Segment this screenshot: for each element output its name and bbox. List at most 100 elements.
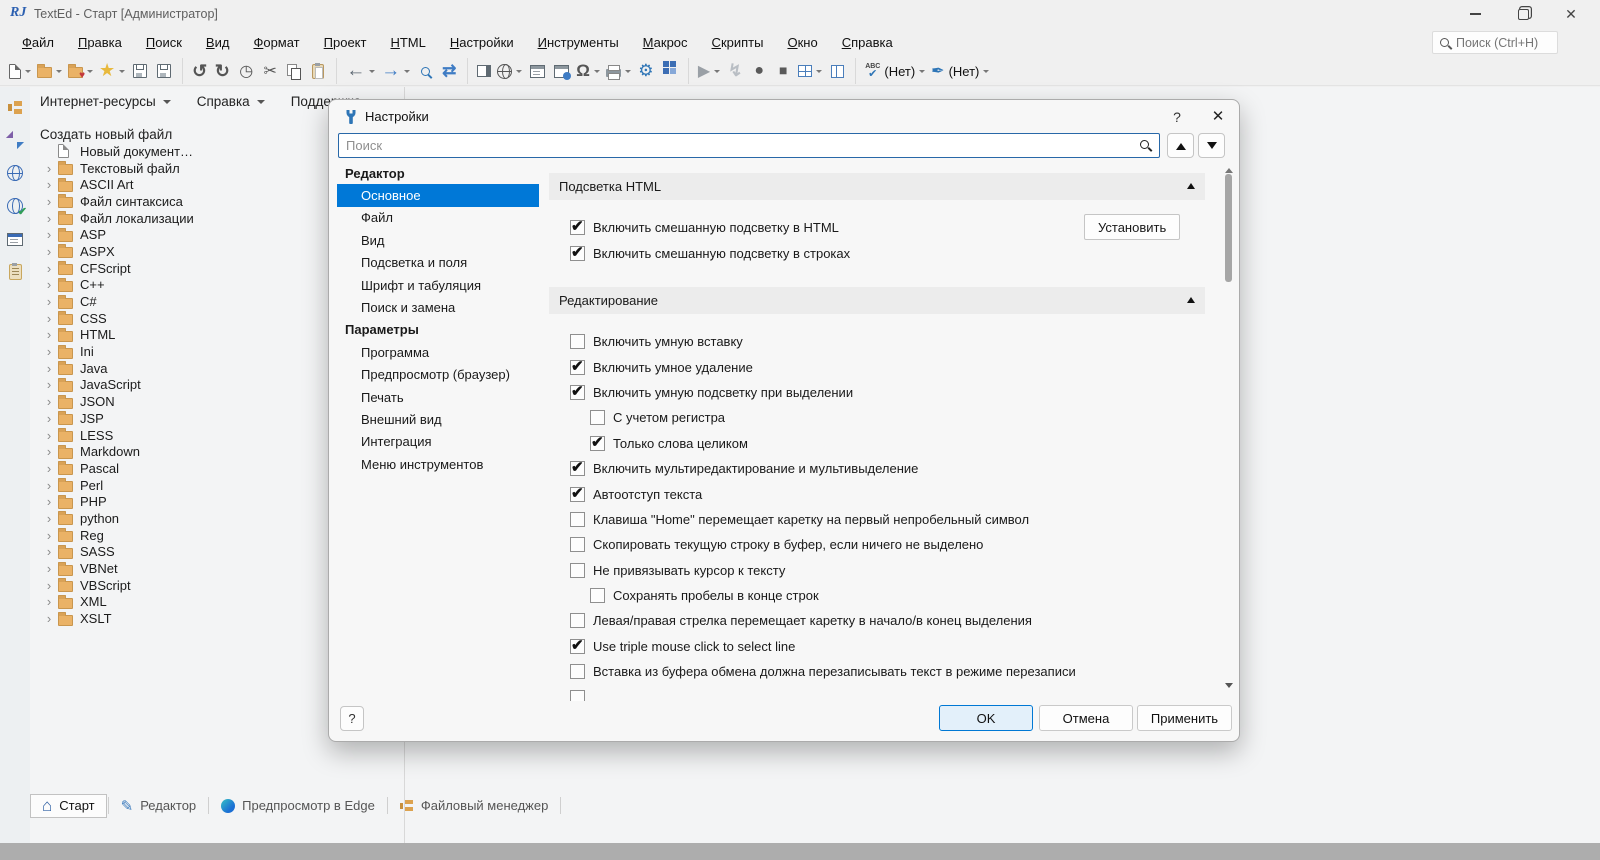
toolbar-button[interactable] bbox=[549, 58, 573, 84]
expander-icon[interactable] bbox=[40, 327, 58, 342]
minimize-button[interactable] bbox=[1460, 2, 1490, 26]
menu-item[interactable]: Файл bbox=[10, 31, 66, 54]
expander-icon[interactable] bbox=[40, 494, 58, 509]
toolbar-button[interactable] bbox=[182, 58, 210, 84]
rail-button[interactable] bbox=[4, 97, 26, 117]
help-button[interactable]: ? bbox=[340, 706, 364, 731]
expander-icon[interactable] bbox=[40, 594, 58, 609]
settings-nav-item[interactable]: Параметры bbox=[337, 319, 539, 341]
collapse-icon[interactable] bbox=[1187, 179, 1195, 189]
toolbar-button[interactable] bbox=[573, 58, 603, 84]
dropdown-caret-icon[interactable] bbox=[714, 70, 721, 76]
close-button[interactable] bbox=[1556, 2, 1586, 26]
menu-item[interactable]: Проект bbox=[312, 31, 379, 54]
toolbar-button[interactable]: (Нет) bbox=[928, 58, 992, 84]
dropdown-caret-icon[interactable] bbox=[983, 70, 990, 76]
checkbox[interactable] bbox=[570, 689, 585, 701]
toolbar-button[interactable] bbox=[128, 58, 152, 84]
settings-nav-item[interactable]: Печать bbox=[337, 386, 539, 408]
expander-icon[interactable] bbox=[40, 194, 58, 209]
toolbar-button[interactable] bbox=[603, 58, 634, 84]
checkbox[interactable] bbox=[570, 334, 585, 350]
checkbox[interactable] bbox=[590, 433, 605, 451]
checkbox[interactable] bbox=[570, 382, 585, 400]
checkbox[interactable] bbox=[570, 511, 585, 527]
menu-item[interactable]: Окно bbox=[775, 31, 829, 54]
toolbar-button[interactable] bbox=[687, 58, 723, 84]
menu-item[interactable]: Настройки bbox=[438, 31, 526, 54]
settings-nav-item[interactable]: Редактор bbox=[337, 162, 539, 184]
menu-item[interactable]: Вид bbox=[194, 31, 242, 54]
dropdown-caret-icon[interactable] bbox=[624, 70, 631, 76]
expander-icon[interactable] bbox=[40, 277, 58, 292]
scroll-down-icon[interactable] bbox=[1225, 683, 1233, 692]
settings-nav-item[interactable]: Внешний вид bbox=[337, 408, 539, 430]
panel-tab[interactable]: Интернет-ресурсы bbox=[40, 94, 171, 109]
settings-nav-item[interactable]: Интеграция bbox=[337, 431, 539, 453]
dropdown-caret-icon[interactable] bbox=[119, 70, 126, 76]
install-button[interactable]: Установить bbox=[1084, 214, 1181, 240]
expander-icon[interactable] bbox=[40, 511, 58, 526]
dropdown-caret-icon[interactable] bbox=[516, 70, 523, 76]
checkbox[interactable] bbox=[590, 588, 605, 604]
checkbox[interactable] bbox=[570, 537, 585, 553]
settings-nav-item[interactable]: Основное bbox=[337, 184, 539, 207]
apply-button[interactable]: Применить bbox=[1137, 705, 1232, 731]
toolbar-button[interactable] bbox=[306, 58, 330, 84]
settings-nav-item[interactable]: Вид bbox=[337, 229, 539, 251]
dropdown-caret-icon[interactable] bbox=[404, 70, 411, 76]
expander-icon[interactable] bbox=[40, 561, 58, 576]
expander-icon[interactable] bbox=[40, 578, 58, 593]
checkbox[interactable] bbox=[570, 562, 585, 578]
global-search-box[interactable] bbox=[1432, 31, 1558, 54]
checkbox[interactable] bbox=[570, 458, 585, 477]
view-tab[interactable]: Файловый менеджер bbox=[389, 794, 560, 818]
checkbox[interactable] bbox=[570, 636, 585, 654]
expander-icon[interactable] bbox=[40, 344, 58, 359]
toolbar-button[interactable] bbox=[747, 58, 771, 84]
toolbar-button[interactable] bbox=[234, 58, 258, 84]
cancel-button[interactable]: Отмена bbox=[1039, 705, 1133, 731]
checkbox[interactable] bbox=[570, 664, 585, 680]
settings-nav-item[interactable]: Шрифт и табуляция bbox=[337, 274, 539, 296]
scrollbar-thumb[interactable] bbox=[1225, 174, 1232, 282]
expander-icon[interactable] bbox=[40, 177, 58, 192]
menu-item[interactable]: Правка bbox=[66, 31, 134, 54]
search-prev-button[interactable] bbox=[1167, 133, 1194, 158]
expander-icon[interactable] bbox=[40, 311, 58, 326]
toolbar-button[interactable] bbox=[525, 58, 549, 84]
settings-nav-item[interactable]: Файл bbox=[337, 207, 539, 229]
expander-icon[interactable] bbox=[40, 361, 58, 376]
checkbox[interactable] bbox=[570, 484, 585, 502]
toolbar-button[interactable] bbox=[65, 58, 96, 84]
rail-button[interactable] bbox=[4, 229, 26, 249]
view-tab[interactable]: Предпросмотр в Edge bbox=[210, 794, 386, 818]
toolbar-button[interactable] bbox=[771, 58, 795, 84]
settings-nav-item[interactable]: Предпросмотр (браузер) bbox=[337, 364, 539, 386]
toolbar-button[interactable] bbox=[825, 58, 849, 84]
toolbar-button[interactable]: (Нет) bbox=[855, 58, 928, 84]
menu-item[interactable]: Инструменты bbox=[526, 31, 631, 54]
restore-button[interactable] bbox=[1508, 2, 1538, 26]
rail-button[interactable] bbox=[4, 163, 26, 183]
toolbar-button[interactable] bbox=[413, 58, 437, 84]
settings-nav-item[interactable]: Программа bbox=[337, 341, 539, 363]
checkbox[interactable] bbox=[570, 217, 585, 236]
menu-item[interactable]: HTML bbox=[378, 31, 437, 54]
expander-icon[interactable] bbox=[40, 377, 58, 392]
menu-item[interactable]: Скрипты bbox=[700, 31, 776, 54]
expander-icon[interactable] bbox=[40, 244, 58, 259]
rail-button[interactable] bbox=[4, 262, 26, 282]
checkbox[interactable] bbox=[590, 410, 605, 426]
checkbox[interactable] bbox=[570, 243, 585, 261]
expander-icon[interactable] bbox=[40, 461, 58, 476]
scroll-up-icon[interactable] bbox=[1225, 164, 1233, 173]
view-tab[interactable]: Редактор bbox=[110, 794, 208, 818]
toolbar-button[interactable] bbox=[658, 58, 682, 84]
toolbar-button[interactable] bbox=[723, 58, 747, 84]
dropdown-caret-icon[interactable] bbox=[919, 70, 926, 76]
menu-item[interactable]: Макрос bbox=[631, 31, 700, 54]
expander-icon[interactable] bbox=[40, 611, 58, 626]
toolbar-button[interactable] bbox=[152, 58, 176, 84]
expander-icon[interactable] bbox=[40, 478, 58, 493]
